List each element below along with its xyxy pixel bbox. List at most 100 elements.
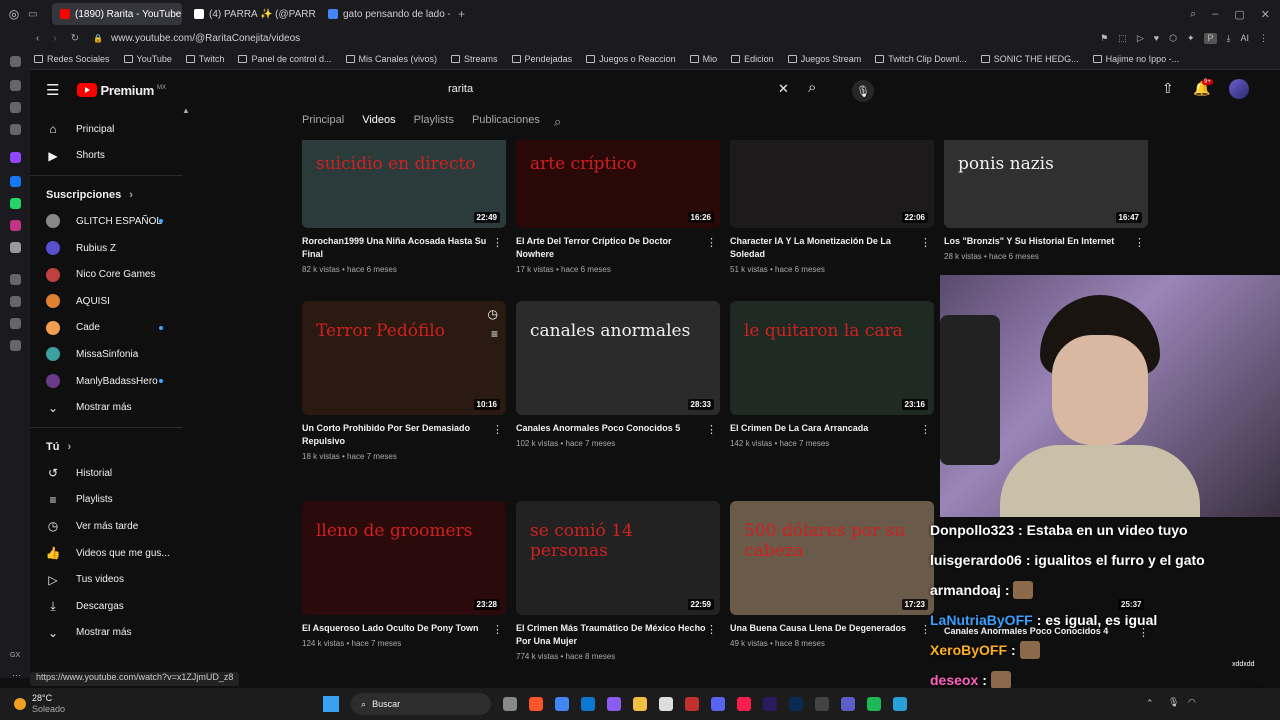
- browser-menu-icon[interactable]: ⋮: [1259, 33, 1268, 44]
- telegram-icon[interactable]: [893, 697, 908, 711]
- browser-tab[interactable]: (4) PARRA ✨ (@PARRAyt: [186, 3, 316, 25]
- sidebar-item[interactable]: 👍 Videos que me gus...: [30, 540, 190, 567]
- sidebar-item[interactable]: Rubius Z: [30, 235, 190, 262]
- show-more-subs[interactable]: ⌄ Mostrar más: [30, 394, 190, 421]
- copilot-icon[interactable]: [607, 697, 622, 711]
- video-card[interactable]: ponis nazis 16:47 Los "Bronzis" Y Su Histo…: [944, 114, 1148, 261]
- wallet-icon[interactable]: ⬡: [1169, 33, 1177, 44]
- url-field[interactable]: www.youtube.com/@RaritaConejita/videos: [111, 33, 300, 44]
- video-menu-icon[interactable]: ⋮: [920, 236, 931, 249]
- bookmark-item[interactable]: Panel de control d...: [238, 54, 332, 64]
- back-icon[interactable]: ‹: [36, 33, 39, 44]
- video-thumbnail[interactable]: arte críptico 16:26: [516, 140, 720, 228]
- video-menu-icon[interactable]: ⋮: [706, 623, 717, 636]
- menu-icon[interactable]: ☰: [46, 81, 59, 99]
- video-card[interactable]: 22:06 Character IA Y La Monetización De L…: [730, 114, 934, 274]
- vscode-icon[interactable]: [581, 697, 596, 711]
- aria-rail-icon[interactable]: [10, 80, 21, 91]
- bookmark-icon[interactable]: ⚑: [1100, 33, 1108, 44]
- bookmark-item[interactable]: Pendejadas: [511, 54, 572, 64]
- bookmark-item[interactable]: YouTube: [123, 54, 172, 64]
- sidebar-item[interactable]: Cade: [30, 315, 190, 342]
- sidebar-item[interactable]: ▶ Shorts: [30, 143, 190, 170]
- gx-icon[interactable]: GX: [10, 652, 20, 659]
- task-view-icon[interactable]: [503, 697, 518, 711]
- bookmark-item[interactable]: Redes Sociales: [34, 54, 110, 64]
- extensions-icon[interactable]: ✦: [1187, 33, 1195, 44]
- wifi-icon[interactable]: ◠: [1188, 697, 1196, 708]
- file-explorer-icon[interactable]: [633, 697, 648, 711]
- youtube-logo[interactable]: Premium MX: [77, 83, 166, 98]
- video-card[interactable]: le quitaron la cara 23:16 El Crimen De La …: [730, 301, 934, 448]
- x-icon[interactable]: [10, 242, 21, 253]
- video-thumbnail[interactable]: 500 dólares por su cabeza 17:23: [730, 501, 934, 615]
- video-menu-icon[interactable]: ⋮: [920, 423, 931, 436]
- bookmark-item[interactable]: Mis Canales (vivos): [345, 54, 437, 64]
- discord-icon[interactable]: [711, 697, 726, 711]
- watch-later-icon[interactable]: ◷: [488, 307, 498, 321]
- bookmark-item[interactable]: Mio: [689, 54, 717, 64]
- heart-icon[interactable]: ♥: [1154, 33, 1159, 44]
- video-menu-icon[interactable]: ⋮: [706, 423, 717, 436]
- video-title[interactable]: Canales Anormales Poco Conocidos 5: [516, 422, 720, 435]
- subscriptions-header[interactable]: Suscripciones ›: [30, 182, 190, 208]
- video-thumbnail[interactable]: suicidio en directo 22:49: [302, 140, 506, 228]
- twitch-icon[interactable]: [10, 152, 21, 163]
- video-title[interactable]: Character IA Y La Monetización De La Sol…: [730, 235, 934, 261]
- browser-tab[interactable]: gato pensando de lado - B: [320, 3, 450, 25]
- bookmark-item[interactable]: Juegos Stream: [787, 54, 861, 64]
- close-window-button[interactable]: ✕: [1261, 8, 1270, 21]
- windows-start-icon[interactable]: [323, 696, 340, 712]
- obs-icon[interactable]: [815, 697, 830, 711]
- sidebar-item[interactable]: ↺ Historial: [30, 460, 190, 487]
- bookmark-item[interactable]: Hajime no Ippo -...: [1092, 54, 1179, 64]
- history-rail-icon[interactable]: [10, 296, 21, 307]
- sidebar-item[interactable]: ▷ Tus videos: [30, 566, 190, 593]
- tray-chevron-icon[interactable]: ⌃: [1146, 698, 1154, 709]
- you-header[interactable]: Tú ›: [30, 434, 190, 460]
- profile-icon[interactable]: P: [1204, 32, 1217, 44]
- video-title[interactable]: El Crimen Más Traumático De México Hecho…: [516, 622, 720, 648]
- video-menu-icon[interactable]: ⋮: [492, 236, 503, 249]
- video-thumbnail[interactable]: ponis nazis 16:47: [944, 140, 1148, 228]
- opera-menu-icon[interactable]: ◎: [0, 7, 28, 21]
- sidebar-item[interactable]: MissaSinfonia: [30, 341, 190, 368]
- video-card[interactable]: suicidio en directo 22:49 Rorochan1999 Una…: [302, 114, 506, 274]
- bookmark-item[interactable]: Edicion: [731, 54, 774, 64]
- video-title[interactable]: Una Buena Causa Llena De Degenerados: [730, 622, 934, 635]
- video-menu-icon[interactable]: ⋮: [492, 623, 503, 636]
- premiere-icon[interactable]: [763, 697, 778, 711]
- sidebar-item[interactable]: ≡ Playlists: [30, 487, 190, 514]
- sidebar-item[interactable]: GLITCH ESPAÑOL: [30, 208, 190, 235]
- app-icon[interactable]: [685, 697, 700, 711]
- video-thumbnail[interactable]: le quitaron la cara 23:16: [730, 301, 934, 415]
- video-menu-icon[interactable]: ⋮: [492, 423, 503, 436]
- rail-more-icon[interactable]: ⋯: [12, 670, 21, 681]
- video-thumbnail[interactable]: lleno de groomers 23:28: [302, 501, 506, 615]
- mic-tray-icon[interactable]: 🎙: [1168, 697, 1179, 708]
- video-title[interactable]: El Asqueroso Lado Oculto De Pony Town: [302, 622, 506, 635]
- video-thumbnail[interactable]: 22:06: [730, 140, 934, 228]
- sidebar-item[interactable]: AQUISI: [30, 288, 190, 315]
- opera-gx-icon[interactable]: [737, 697, 752, 711]
- show-more-you[interactable]: ⌄ Mostrar más: [30, 620, 190, 647]
- video-menu-icon[interactable]: ⋮: [706, 236, 717, 249]
- store-icon[interactable]: [659, 697, 674, 711]
- video-title[interactable]: Un Corto Prohibido Por Ser Demasiado Rep…: [302, 422, 506, 448]
- speed-dial-icon[interactable]: [10, 56, 21, 67]
- sidebar-item[interactable]: ⌂ Principal: [30, 116, 190, 143]
- spotify-icon[interactable]: [867, 697, 882, 711]
- create-icon[interactable]: ⇧: [1162, 80, 1174, 97]
- video-title[interactable]: Rorochan1999 Una Niña Acosada Hasta Su F…: [302, 235, 506, 261]
- aria-icon[interactable]: AI: [1240, 33, 1249, 44]
- video-card[interactable]: Terror Pedófilo 10:16 ◷ ≡ Un Corto Prohibido…: [302, 301, 506, 461]
- media-icon[interactable]: [10, 124, 21, 135]
- video-card[interactable]: arte críptico 16:26 El Arte Del Terror Crí…: [516, 114, 720, 274]
- chrome-icon[interactable]: [555, 697, 570, 711]
- sidebar-item[interactable]: ⤓ Descargas: [30, 593, 190, 620]
- video-card[interactable]: canales anormales 28:33 Canales Anormales …: [516, 301, 720, 448]
- bookmark-item[interactable]: Twitch Clip Downl...: [875, 54, 967, 64]
- instagram-icon[interactable]: [10, 220, 21, 231]
- search-input[interactable]: rarita: [448, 83, 473, 95]
- bookmark-item[interactable]: Streams: [451, 54, 498, 64]
